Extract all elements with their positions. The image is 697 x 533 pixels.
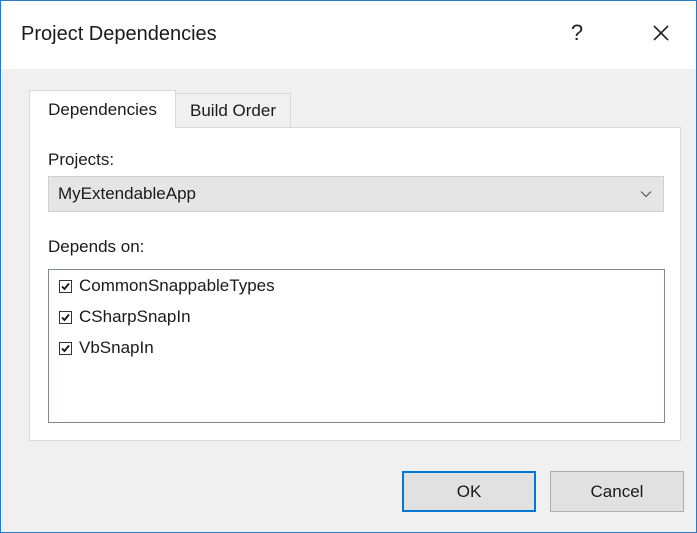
projects-dropdown[interactable]: MyExtendableApp xyxy=(48,176,664,212)
project-dependencies-dialog: Project Dependencies ? Dependencies Buil… xyxy=(0,0,697,533)
dependencies-tab-panel: Projects: MyExtendableApp Depends on: Co… xyxy=(29,127,681,441)
list-item-label: VbSnapIn xyxy=(79,338,154,357)
depends-on-list: CommonSnappableTypes CSharpSnapIn VbSnap… xyxy=(48,269,665,423)
dialog-content: Dependencies Build Order Projects: MyExt… xyxy=(1,69,696,532)
title-bar: Project Dependencies ? xyxy=(1,1,696,69)
projects-label: Projects: xyxy=(48,150,115,169)
list-item-label: CSharpSnapIn xyxy=(79,307,191,326)
ok-button[interactable]: OK xyxy=(402,471,536,512)
close-icon xyxy=(652,24,670,42)
chevron-down-icon xyxy=(629,190,663,198)
list-item[interactable]: CommonSnappableTypes xyxy=(59,273,275,299)
dialog-title: Project Dependencies xyxy=(21,23,217,45)
list-item[interactable]: VbSnapIn xyxy=(59,335,154,361)
checkbox-checked[interactable] xyxy=(59,279,72,293)
tab-dependencies[interactable]: Dependencies xyxy=(29,90,176,128)
projects-dropdown-value: MyExtendableApp xyxy=(58,184,196,203)
cancel-button[interactable]: Cancel xyxy=(550,471,684,512)
close-button[interactable] xyxy=(639,13,683,53)
checkbox-checked[interactable] xyxy=(59,341,72,355)
list-item-label: CommonSnappableTypes xyxy=(79,276,275,295)
list-item[interactable]: CSharpSnapIn xyxy=(59,304,191,330)
checkbox-checked[interactable] xyxy=(59,310,72,324)
depends-on-label: Depends on: xyxy=(48,237,145,256)
help-button[interactable]: ? xyxy=(555,13,599,53)
tab-build-order[interactable]: Build Order xyxy=(176,93,291,128)
